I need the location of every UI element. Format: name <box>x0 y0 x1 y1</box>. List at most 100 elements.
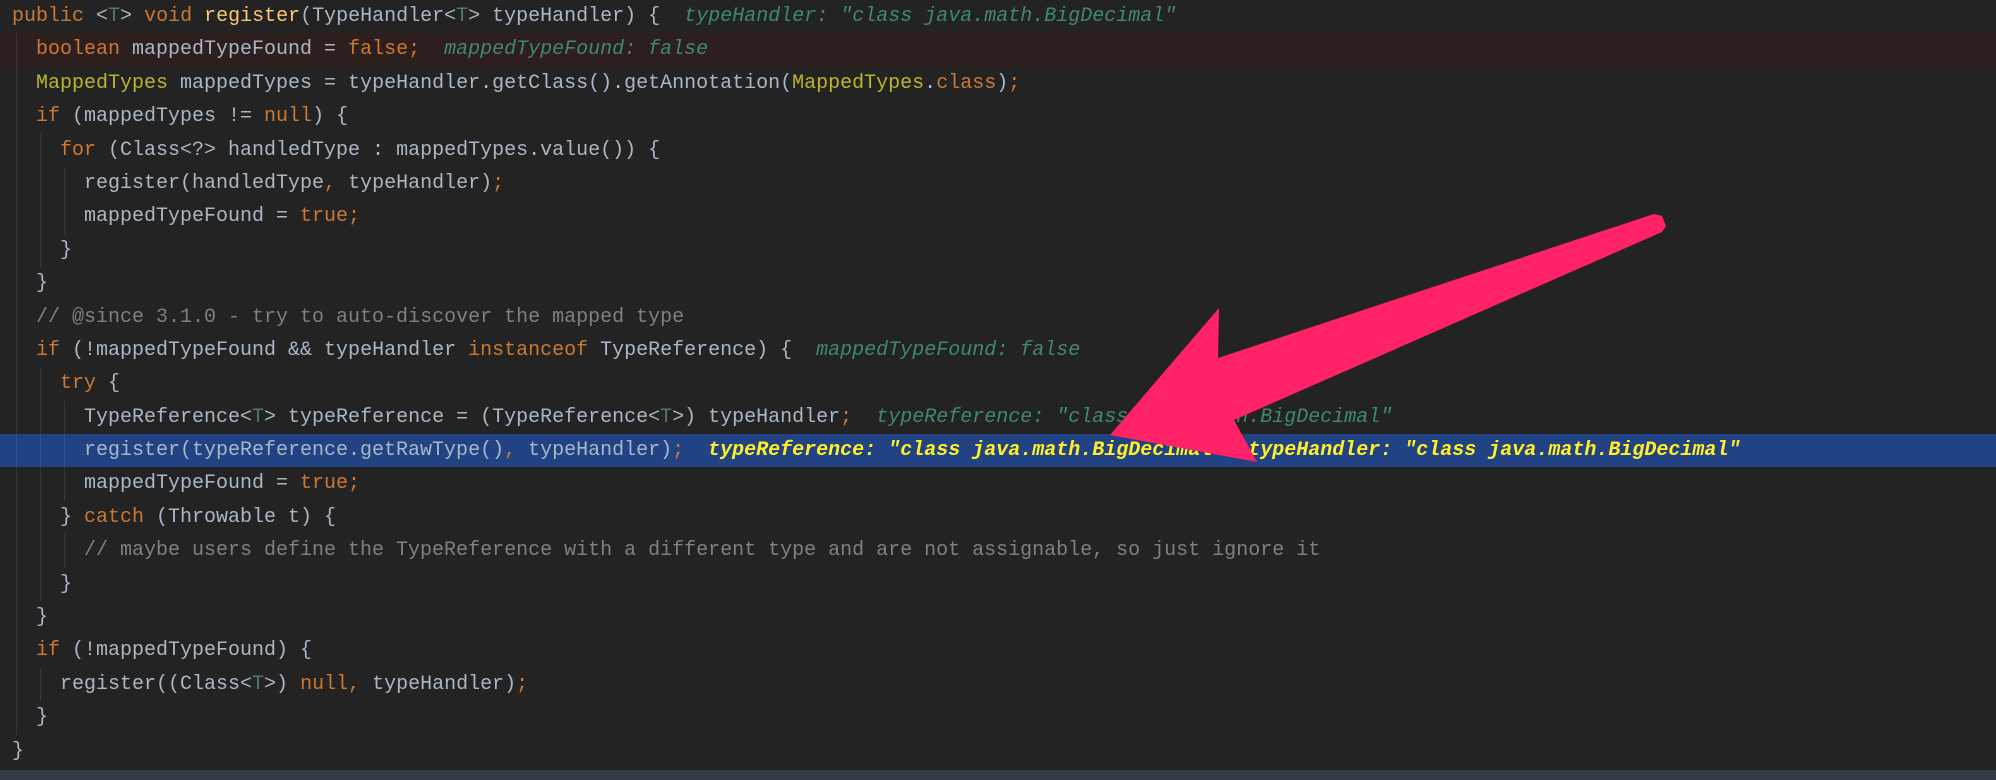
code-line[interactable]: MappedTypes mappedTypes = typeHandler.ge… <box>0 66 1996 101</box>
editor-bottom-bar <box>0 770 1996 780</box>
current-execution-line[interactable]: register(typeReference.getRawType(), typ… <box>0 434 1996 468</box>
code-token: typeHandler) <box>528 439 673 463</box>
code-token: mappedTypes = typeHandler.getClass().get… <box>168 71 793 95</box>
indent-guide <box>12 400 36 435</box>
inline-debug-value-current: typeHandler: "class java.math.BigDecimal… <box>1248 439 1741 463</box>
keyword-token: ; <box>516 672 529 696</box>
code-line[interactable]: } <box>0 267 1996 301</box>
code-token: register(handledType <box>84 171 325 195</box>
code-line[interactable]: } catch (Throwable t) { <box>0 500 1996 535</box>
code-line[interactable]: try { <box>0 367 1996 402</box>
indent-guide <box>60 200 84 235</box>
code-token: TypeReference) { <box>600 338 817 362</box>
indent-guide <box>12 567 36 602</box>
indent-guide <box>60 534 84 569</box>
keyword-token: boolean <box>36 38 133 62</box>
code-line[interactable]: // @since 3.1.0 - try to auto-discover t… <box>0 300 1996 335</box>
code-token: } <box>60 505 85 529</box>
indent-guide <box>36 667 60 702</box>
indent-guide <box>12 33 36 68</box>
indent-guide <box>36 400 60 435</box>
indent-guide <box>12 601 36 635</box>
keyword-token: ; <box>492 171 505 195</box>
code-line[interactable]: public < T > void register (TypeHandler< T > … <box>0 0 1996 33</box>
indent-guide <box>60 434 84 468</box>
breakpoint-line[interactable]: boolean mappedTypeFound = false; mappedT… <box>0 33 1996 68</box>
indent-guide <box>60 400 84 435</box>
code-token: TypeReference< <box>84 405 253 429</box>
code-token: register((Class< <box>60 672 253 696</box>
indent-guide <box>12 133 36 168</box>
inline-debug-value: typeHandler: "class java.math.BigDecimal… <box>684 5 1177 28</box>
code-token: (Throwable t) { <box>156 505 337 529</box>
indent-guide <box>12 534 36 569</box>
code-line[interactable]: mappedTypeFound = true; <box>0 200 1996 235</box>
indent-guide <box>36 434 60 468</box>
indent-guide <box>36 233 60 268</box>
code-line[interactable]: } <box>0 735 1996 768</box>
code-line[interactable]: } <box>0 601 1996 635</box>
code-line[interactable]: } <box>0 701 1996 735</box>
code-token: ) <box>996 71 1009 95</box>
keyword-token: catch <box>84 505 157 529</box>
indent-guide <box>36 133 60 168</box>
type-param-token: T <box>108 5 121 28</box>
code-token: } <box>60 572 73 596</box>
indent-guide <box>36 367 60 402</box>
code-line[interactable]: if (mappedTypes != null) { <box>0 100 1996 134</box>
keyword-token: class <box>936 71 997 95</box>
code-token: > typeReference = (TypeReference< <box>264 405 661 429</box>
indent-guide <box>12 701 36 735</box>
code-token: typeHandler) <box>372 672 517 696</box>
keyword-token: public <box>12 5 97 28</box>
code-line[interactable]: register((Class< T >) null, typeHandler); <box>0 667 1996 702</box>
keyword-token: , <box>324 171 349 195</box>
keyword-token: for <box>60 138 109 162</box>
indent-guide <box>12 66 36 101</box>
indent-guide <box>12 667 36 702</box>
annotation-type-token: MappedTypes <box>36 71 169 95</box>
indent-guide <box>12 634 36 669</box>
indent-guide <box>60 467 84 502</box>
code-token: } <box>12 739 25 763</box>
code-token: } <box>36 272 49 296</box>
keyword-token: false; <box>348 38 421 62</box>
indent-guide <box>12 500 36 535</box>
comment-token: // maybe users define the TypeReference … <box>84 539 1321 563</box>
code-line[interactable]: TypeReference< T > typeReference = (TypeRe… <box>0 400 1996 435</box>
code-token: typeHandler) <box>348 171 493 195</box>
inline-debug-value-current: typeReference: "class java.math.BigDecim… <box>708 439 1225 463</box>
code-token: mappedTypeFound = <box>132 38 349 62</box>
code-token: >) typeHandler <box>672 405 841 429</box>
code-token: (TypeHandler< <box>300 5 457 28</box>
keyword-token: if <box>36 639 73 663</box>
keyword-token: ; <box>1008 71 1021 95</box>
code-line[interactable]: for (Class<?> handledType : mappedTypes.… <box>0 133 1996 168</box>
code-line[interactable]: mappedTypeFound = true; <box>0 467 1996 502</box>
code-line[interactable]: } <box>0 567 1996 602</box>
type-param-token: T <box>660 405 673 429</box>
indent-guide <box>12 200 36 235</box>
code-editor[interactable]: public < T > void register (TypeHandler< T > … <box>0 0 1996 770</box>
keyword-token: null <box>264 105 313 129</box>
code-line[interactable]: register(handledType, typeHandler); <box>0 166 1996 201</box>
inline-debug-value: mappedTypeFound: false <box>816 338 1081 362</box>
code-token: (!mappedTypeFound) { <box>72 639 313 663</box>
type-param-token: T <box>252 405 265 429</box>
code-token: register(typeReference.getRawType() <box>84 439 505 463</box>
keyword-token: true; <box>300 472 361 496</box>
code-line[interactable]: // maybe users define the TypeReference … <box>0 534 1996 569</box>
inline-debug-value: typeReference: "class java.math.BigDecim… <box>876 405 1393 429</box>
code-token: . <box>924 71 937 95</box>
indent-guide <box>36 500 60 535</box>
code-line[interactable]: if (!mappedTypeFound) { <box>0 634 1996 669</box>
code-line[interactable]: if (!mappedTypeFound && typeHandler inst… <box>0 333 1996 368</box>
keyword-token: , <box>504 439 529 463</box>
code-token: } <box>60 238 73 262</box>
code-line[interactable]: } <box>0 233 1996 268</box>
code-token: mappedTypeFound = <box>84 472 301 496</box>
indent-guide <box>36 467 60 502</box>
keyword-token: instanceof <box>468 338 601 362</box>
code-token: { <box>108 372 121 396</box>
